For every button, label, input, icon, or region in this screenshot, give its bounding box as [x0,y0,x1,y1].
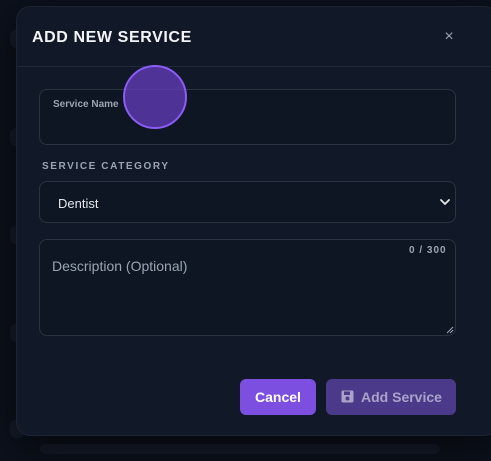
chevron-down-icon [440,199,450,205]
description-field[interactable]: 0 / 300 [39,239,456,336]
service-name-label: Service Name [53,99,119,110]
close-button[interactable]: × [439,27,459,47]
cancel-button[interactable]: Cancel [240,379,316,415]
add-service-modal: ADD NEW SERVICE × Service Name SERVICE C… [16,6,491,436]
char-counter: 0 / 300 [409,245,447,256]
service-name-field[interactable]: Service Name [39,89,456,145]
resize-handle-icon[interactable] [446,326,454,334]
service-category-label: SERVICE CATEGORY [42,161,170,172]
service-category-select[interactable]: Dentist [39,181,456,223]
modal-header: ADD NEW SERVICE × [17,7,491,67]
add-service-label: Add Service [361,389,442,405]
selected-category: Dentist [58,196,99,211]
close-icon: × [444,28,454,45]
description-textarea[interactable] [52,258,442,328]
add-service-button[interactable]: Add Service [326,379,456,415]
modal-title: ADD NEW SERVICE [32,29,192,46]
save-icon [341,390,354,403]
service-name-input[interactable] [52,114,442,138]
background-element [40,444,440,454]
